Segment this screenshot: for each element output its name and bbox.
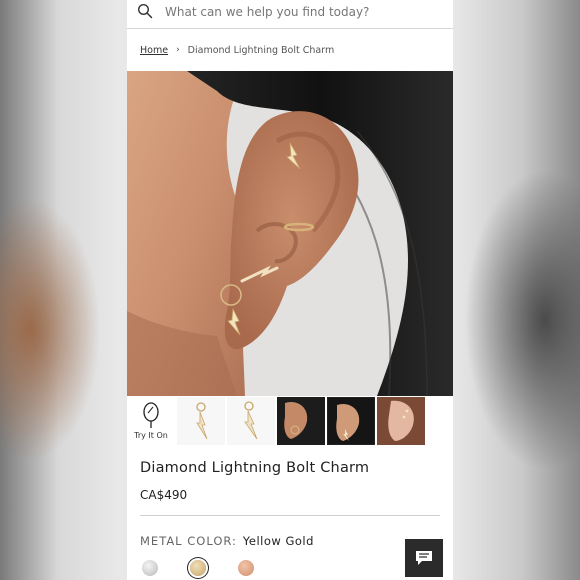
charm-image xyxy=(177,397,225,445)
product-price: CA$490 xyxy=(140,488,188,502)
try-it-on-thumbnail[interactable]: Try It On xyxy=(127,397,175,445)
thumbnail-ear-photo-2[interactable] xyxy=(327,397,375,445)
breadcrumb-home-link[interactable]: Home xyxy=(140,45,168,56)
swatch-yellow-gold[interactable] xyxy=(190,560,206,576)
try-it-on-label: Try It On xyxy=(134,431,168,440)
metal-color-label: METAL COLOR: xyxy=(140,534,237,548)
product-title: Diamond Lightning Bolt Charm xyxy=(140,460,370,476)
breadcrumb: Home › Diamond Lightning Bolt Charm xyxy=(140,43,334,57)
thumbnail-ear-photo-1[interactable] xyxy=(277,397,325,445)
swatch-silver[interactable] xyxy=(142,560,158,576)
ear-photo xyxy=(277,397,325,445)
metal-color-value: Yellow Gold xyxy=(242,534,314,548)
mirror-icon xyxy=(143,402,159,428)
thumbnail-charm-front[interactable] xyxy=(177,397,225,445)
breadcrumb-separator: › xyxy=(176,45,180,55)
product-hero-image[interactable] xyxy=(127,71,453,396)
ear-piercing-photo xyxy=(127,71,453,396)
metal-color-row: METAL COLOR: Yellow Gold xyxy=(140,534,314,548)
search-input[interactable] xyxy=(165,3,435,21)
search-icon[interactable] xyxy=(137,3,153,19)
ear-photo xyxy=(327,397,375,445)
chat-button[interactable] xyxy=(405,539,443,577)
thumbnail-ear-photo-3[interactable] xyxy=(377,397,425,445)
charm-image xyxy=(227,397,275,445)
swatch-rose-gold[interactable] xyxy=(238,560,254,576)
mobile-product-page: Home › Diamond Lightning Bolt Charm xyxy=(127,0,453,580)
thumbnail-charm-angle[interactable] xyxy=(227,397,275,445)
metal-color-swatches xyxy=(142,560,254,576)
chat-icon xyxy=(416,551,432,565)
section-divider xyxy=(140,515,440,516)
ear-photo xyxy=(377,397,425,445)
thumbnail-strip: Try It On xyxy=(127,397,453,445)
breadcrumb-current: Diamond Lightning Bolt Charm xyxy=(187,44,335,56)
search-bar[interactable] xyxy=(127,0,453,29)
